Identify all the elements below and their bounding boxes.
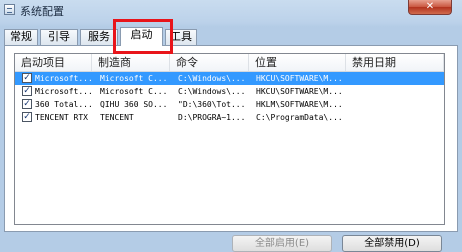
column-header-location[interactable]: 位置 bbox=[249, 54, 346, 71]
cell-manufacturer: Microsoft C... bbox=[100, 87, 168, 96]
table-row[interactable]: ✓ TENCENT RTX TENCENT D:\PROGRA~1... C:\… bbox=[15, 111, 444, 124]
cell-item: Microsoft... bbox=[35, 87, 92, 96]
disable-all-button[interactable]: 全部禁用(D) bbox=[342, 235, 442, 252]
cell-location: C:\ProgramData\... bbox=[256, 113, 343, 122]
title-bar: 系统配置 ✕ bbox=[0, 0, 462, 22]
column-header-startup-item[interactable]: 启动项目 bbox=[15, 54, 92, 71]
cell-command: C:\Windows\... bbox=[178, 87, 246, 96]
list-header: 启动项目 制造商 命令 位置 禁用日期 bbox=[15, 54, 444, 72]
table-row[interactable]: ✓ Microsoft... Microsoft C... C:\Windows… bbox=[15, 85, 444, 98]
cell-date bbox=[353, 98, 441, 111]
cell-item: Microsoft... bbox=[35, 74, 92, 83]
cell-location: HKCU\SOFTWARE\M... bbox=[256, 74, 343, 83]
cell-manufacturer: QIHU 360 SO... bbox=[100, 100, 168, 109]
cell-item: 360 Total... bbox=[35, 100, 92, 109]
row-checkbox[interactable]: ✓ bbox=[22, 112, 32, 122]
tab-boot[interactable]: 引导 bbox=[40, 29, 78, 45]
cell-date bbox=[353, 111, 441, 124]
cell-date bbox=[353, 85, 441, 98]
enable-all-button[interactable]: 全部启用(E) bbox=[232, 235, 332, 252]
red-highlight-box bbox=[113, 19, 173, 54]
cell-date bbox=[353, 72, 441, 85]
cell-command: "D:\360\Tot... bbox=[178, 100, 246, 109]
row-checkbox[interactable]: ✓ bbox=[22, 73, 32, 83]
window-title: 系统配置 bbox=[20, 5, 64, 18]
cell-manufacturer: TENCENT bbox=[100, 113, 134, 122]
cell-location: HKCU\SOFTWARE\M... bbox=[256, 87, 343, 96]
row-checkbox[interactable]: ✓ bbox=[22, 86, 32, 96]
msconfig-icon bbox=[4, 4, 15, 15]
column-header-date-disabled[interactable]: 禁用日期 bbox=[346, 54, 444, 71]
cell-command: C:\Windows\... bbox=[178, 74, 246, 83]
column-header-manufacturer[interactable]: 制造商 bbox=[92, 54, 170, 71]
cell-location: HKLM\SOFTWARE\M... bbox=[256, 100, 343, 109]
tab-general[interactable]: 常规 bbox=[4, 29, 38, 45]
cell-item: TENCENT RTX bbox=[35, 113, 88, 122]
cell-command: D:\PROGRA~1... bbox=[178, 113, 246, 122]
close-button[interactable]: ✕ bbox=[408, 0, 452, 15]
column-header-command[interactable]: 命令 bbox=[170, 54, 249, 71]
table-row[interactable]: ✓ 360 Total... QIHU 360 SO... "D:\360\To… bbox=[15, 98, 444, 111]
cell-manufacturer: Microsoft C... bbox=[100, 74, 168, 83]
startup-items-list[interactable]: 启动项目 制造商 命令 位置 禁用日期 ✓ Microsoft... Micro… bbox=[14, 53, 445, 225]
row-checkbox[interactable]: ✓ bbox=[22, 99, 32, 109]
table-row[interactable]: ✓ Microsoft... Microsoft C... C:\Windows… bbox=[15, 72, 444, 85]
